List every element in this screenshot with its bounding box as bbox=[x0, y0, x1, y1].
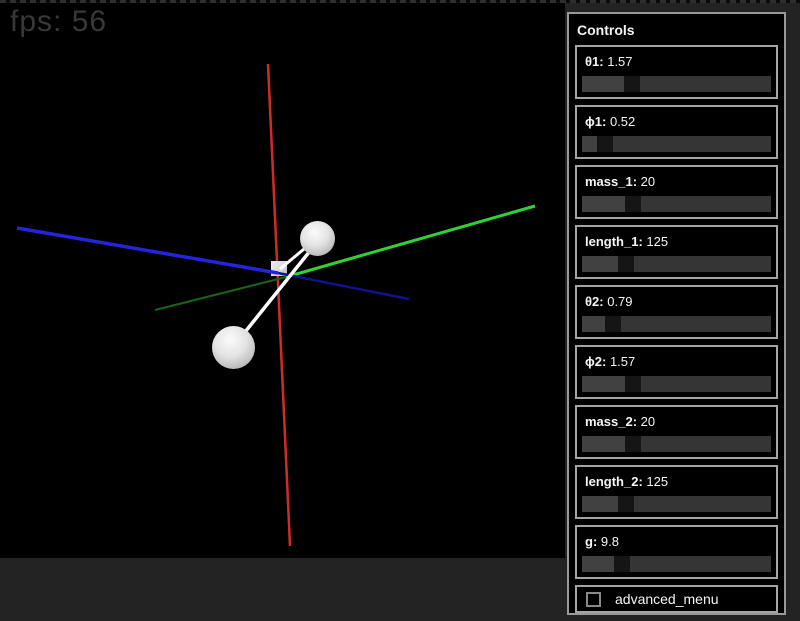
slider-fill bbox=[582, 316, 605, 332]
fps-counter: fps: 56 bbox=[10, 5, 107, 39]
slider-label: length_2: 125 bbox=[581, 472, 772, 496]
slider-name: mass_1: bbox=[585, 174, 637, 189]
slider-value: 1.57 bbox=[610, 354, 635, 369]
slider-handle[interactable] bbox=[625, 436, 641, 452]
length-1-slider[interactable] bbox=[582, 256, 771, 272]
slider-label: θ1: 1.57 bbox=[581, 52, 772, 76]
slider-fill bbox=[582, 136, 597, 152]
g-slider[interactable] bbox=[582, 556, 771, 572]
theta1-slider[interactable] bbox=[582, 76, 771, 92]
phi2-slider[interactable] bbox=[582, 376, 771, 392]
advanced-menu-label: advanced_menu bbox=[615, 591, 719, 607]
slider-control-length-1: length_1: 125 bbox=[575, 225, 778, 279]
slider-value: 0.79 bbox=[607, 294, 632, 309]
slider-label: length_1: 125 bbox=[581, 232, 772, 256]
slider-label: θ2: 0.79 bbox=[581, 292, 772, 316]
slider-control-phi2: ϕ2: 1.57 bbox=[575, 345, 778, 399]
slider-value: 20 bbox=[641, 414, 655, 429]
slider-control-phi1: ϕ1: 0.52 bbox=[575, 105, 778, 159]
slider-fill bbox=[582, 496, 618, 512]
theta2-slider[interactable] bbox=[582, 316, 771, 332]
slider-value: 1.57 bbox=[607, 54, 632, 69]
slider-fill bbox=[582, 76, 624, 92]
slider-name: length_2: bbox=[585, 474, 643, 489]
slider-label: ϕ1: 0.52 bbox=[581, 112, 772, 136]
slider-name: θ1: bbox=[585, 54, 604, 69]
mass-2-slider[interactable] bbox=[582, 436, 771, 452]
slider-name: ϕ2: bbox=[585, 354, 606, 369]
slider-handle[interactable] bbox=[605, 316, 621, 332]
slider-name: g: bbox=[585, 534, 597, 549]
z-axis-negative-line bbox=[278, 273, 409, 299]
advanced-menu-checkbox[interactable] bbox=[586, 592, 601, 607]
y-axis-line bbox=[268, 64, 290, 546]
slider-handle[interactable] bbox=[614, 556, 630, 572]
slider-value: 20 bbox=[641, 174, 655, 189]
slider-control-theta1: θ1: 1.57 bbox=[575, 45, 778, 99]
slider-control-length-2: length_2: 125 bbox=[575, 465, 778, 519]
panel-title: Controls bbox=[575, 19, 778, 45]
slider-name: ϕ1: bbox=[585, 114, 606, 129]
slider-fill bbox=[582, 196, 625, 212]
slider-value: 125 bbox=[646, 234, 668, 249]
slider-label: ϕ2: 1.57 bbox=[581, 352, 772, 376]
slider-value: 9.8 bbox=[601, 534, 619, 549]
slider-value: 125 bbox=[646, 474, 668, 489]
advanced-menu-control: advanced_menu bbox=[575, 585, 778, 613]
slider-control-g: g: 9.8 bbox=[575, 525, 778, 579]
phi1-slider[interactable] bbox=[582, 136, 771, 152]
controls-panel: Controls θ1: 1.57 ϕ1: 0.52 mass_1: 20 le… bbox=[567, 12, 786, 615]
slider-fill bbox=[582, 436, 625, 452]
mass-1-slider[interactable] bbox=[582, 196, 771, 212]
slider-control-theta2: θ2: 0.79 bbox=[575, 285, 778, 339]
slider-handle[interactable] bbox=[625, 196, 641, 212]
slider-control-mass-2: mass_2: 20 bbox=[575, 405, 778, 459]
slider-handle[interactable] bbox=[618, 496, 634, 512]
slider-handle[interactable] bbox=[624, 76, 640, 92]
simulation-canvas[interactable]: fps: 56 bbox=[0, 3, 565, 558]
slider-fill bbox=[582, 256, 618, 272]
slider-handle[interactable] bbox=[597, 136, 613, 152]
slider-name: θ2: bbox=[585, 294, 604, 309]
slider-value: 0.52 bbox=[610, 114, 635, 129]
slider-name: mass_2: bbox=[585, 414, 637, 429]
pendulum-3d-view bbox=[0, 3, 565, 558]
slider-label: mass_2: 20 bbox=[581, 412, 772, 436]
slider-handle[interactable] bbox=[625, 376, 641, 392]
slider-fill bbox=[582, 376, 625, 392]
z-axis-positive-line bbox=[17, 228, 278, 273]
slider-label: g: 9.8 bbox=[581, 532, 772, 556]
pendulum-mass-1-sphere bbox=[300, 221, 335, 256]
slider-fill bbox=[582, 556, 614, 572]
slider-handle[interactable] bbox=[618, 256, 634, 272]
pendulum-mass-2-sphere bbox=[212, 326, 255, 369]
app-root: { "fps": { "label": "fps: 56" }, "scene"… bbox=[0, 0, 800, 621]
slider-label: mass_1: 20 bbox=[581, 172, 772, 196]
slider-name: length_1: bbox=[585, 234, 643, 249]
slider-control-mass-1: mass_1: 20 bbox=[575, 165, 778, 219]
length-2-slider[interactable] bbox=[582, 496, 771, 512]
